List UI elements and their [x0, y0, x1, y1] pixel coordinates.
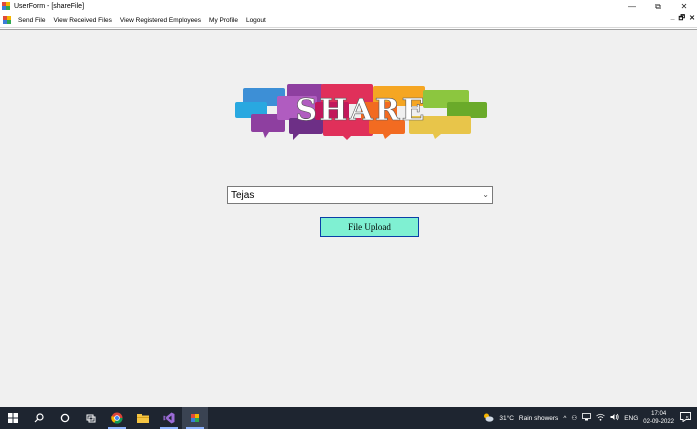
clock-date: 02-09-2022 [643, 419, 674, 425]
visual-studio-icon[interactable] [156, 407, 182, 429]
clock-time: 17:04 [651, 411, 667, 417]
menu-view-registered-employees[interactable]: View Registered Employees [116, 17, 205, 24]
close-button[interactable]: ✕ [671, 0, 697, 13]
menu-my-profile[interactable]: My Profile [205, 17, 242, 24]
title-bar: UserForm - [shareFile] — ⧉ ✕ [0, 0, 697, 13]
mdi-restore-button[interactable]: 🗗 [679, 14, 686, 25]
window-title: UserForm - [shareFile] [14, 3, 85, 10]
notification-icon[interactable]: 5 [680, 412, 691, 424]
menu-send-file[interactable]: Send File [14, 17, 49, 24]
wifi-icon[interactable] [596, 413, 605, 423]
menu-logout[interactable]: Logout [242, 17, 270, 24]
weather-temperature[interactable]: 31°C [499, 415, 514, 422]
clock[interactable]: 17:04 02-09-2022 [643, 410, 674, 426]
menu-bar: Send File View Received Files View Regis… [0, 13, 697, 28]
weather-description[interactable]: Rain showers [519, 415, 558, 422]
file-explorer-icon[interactable] [130, 407, 156, 429]
mdi-close-button[interactable]: ✕ [689, 14, 695, 25]
chevron-down-icon[interactable]: ⌄ [482, 190, 489, 199]
chevron-up-icon[interactable]: ^ [563, 415, 566, 422]
minimize-button[interactable]: — [619, 0, 645, 13]
network-icon[interactable] [582, 413, 592, 423]
file-upload-button[interactable]: File Upload [320, 217, 419, 237]
search-icon[interactable] [26, 407, 52, 429]
client-area: SHARE Tejas ⌄ File Upload [0, 29, 697, 407]
share-logo-text: SHARE [295, 93, 426, 128]
employee-select[interactable]: Tejas ⌄ [227, 186, 493, 204]
menu-view-received-files[interactable]: View Received Files [49, 17, 115, 24]
volume-icon[interactable] [610, 413, 619, 423]
language-indicator[interactable]: ENG [624, 415, 638, 422]
employee-select-value: Tejas [231, 189, 255, 201]
cortana-icon[interactable] [52, 407, 78, 429]
form-icon[interactable] [3, 15, 12, 25]
restore-button[interactable]: ⧉ [645, 0, 671, 13]
windows-icon[interactable] [0, 407, 26, 429]
weather-icon[interactable] [483, 413, 494, 424]
chrome-icon[interactable] [104, 407, 130, 429]
notification-count: 5 [686, 416, 689, 422]
app-icon[interactable] [182, 407, 208, 429]
share-logo: SHARE [235, 84, 487, 140]
window-controls: — ⧉ ✕ [619, 0, 697, 13]
mdi-controls: _ 🗗 ✕ [671, 14, 695, 25]
taskbar: 31°C Rain showers ^ ⚇ ENG 17:04 02-09-20… [0, 407, 697, 429]
mdi-minimize-button[interactable]: _ [671, 14, 675, 25]
system-tray: 31°C Rain showers ^ ⚇ ENG 17:04 02-09-20… [483, 407, 697, 429]
task-view-icon[interactable] [78, 407, 104, 429]
app-icon [2, 2, 11, 11]
people-icon[interactable]: ⚇ [571, 414, 577, 422]
